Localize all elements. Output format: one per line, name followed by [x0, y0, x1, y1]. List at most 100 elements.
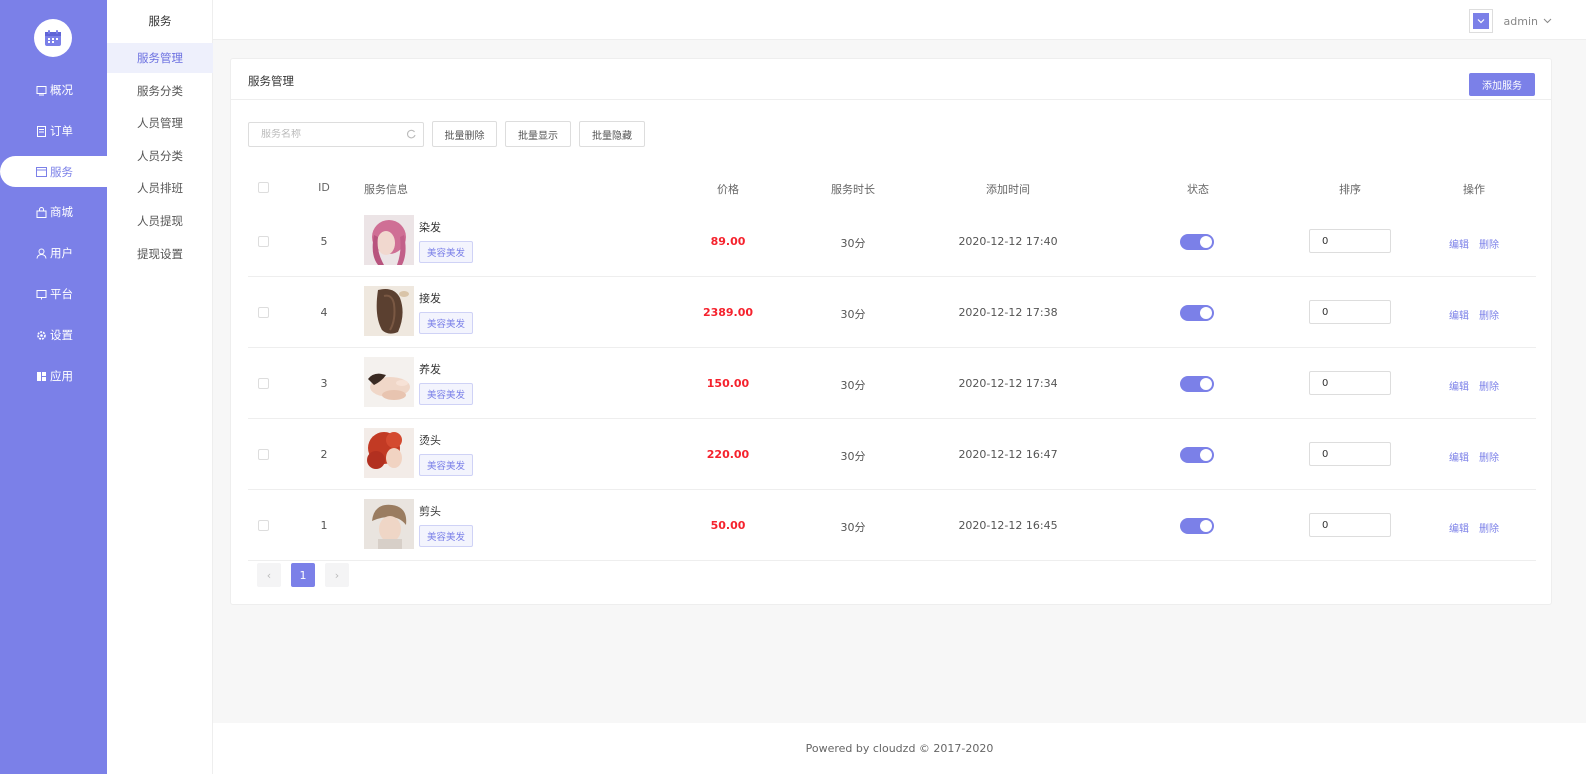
category-tag: 美容美发 [419, 241, 474, 263]
row-added-time: 2020-12-12 17:38 [958, 306, 1058, 319]
sort-input[interactable] [1309, 300, 1391, 324]
subnav-item-staff-schedule[interactable]: 人员排班 [107, 173, 213, 203]
edit-link[interactable]: 编辑 [1449, 307, 1469, 322]
edit-link[interactable]: 编辑 [1449, 520, 1469, 535]
delete-link[interactable]: 删除 [1479, 236, 1499, 251]
row-id: 4 [320, 306, 328, 319]
row-price: 2389.00 [702, 306, 754, 319]
search-icon[interactable] [406, 129, 417, 140]
category-tag: 美容美发 [419, 383, 474, 405]
status-toggle[interactable] [1180, 305, 1214, 321]
subnav-title: 服务 [148, 14, 172, 28]
delete-link[interactable]: 删除 [1479, 307, 1499, 322]
service-card: 服务管理 添加服务 批量删除 批量显示 批量隐藏 ID 服务信息 价格 服务时长… [230, 58, 1552, 605]
delete-link[interactable]: 删除 [1479, 378, 1499, 393]
row-id: 5 [320, 235, 328, 248]
status-toggle[interactable] [1180, 447, 1214, 463]
prev-page-button[interactable]: ‹ [257, 563, 281, 587]
row-duration: 30分 [840, 521, 866, 534]
nav-item-platform[interactable]: 平台 [0, 279, 107, 309]
logo[interactable] [34, 19, 72, 57]
col-sort: 排序 [1339, 183, 1361, 196]
overview-icon [36, 85, 47, 96]
row-duration: 30分 [840, 379, 866, 392]
top-header: admin [213, 0, 1586, 40]
add-service-button[interactable]: 添加服务 [1469, 73, 1535, 96]
user-name[interactable]: admin [1504, 15, 1538, 28]
edit-link[interactable]: 编辑 [1449, 449, 1469, 464]
table-row: 2 烫头 美容美发 220.00 30分 2020-12-12 16:47 编辑… [248, 419, 1536, 490]
row-id: 1 [320, 519, 328, 532]
nav-item-orders[interactable]: 订单 [0, 116, 107, 146]
edit-link[interactable]: 编辑 [1449, 378, 1469, 393]
table-row: 1 剪头 美容美发 50.00 30分 2020-12-12 16:45 编辑 … [248, 490, 1536, 561]
next-page-button[interactable]: › [325, 563, 349, 587]
service-thumbnail [364, 215, 414, 265]
page-button-1[interactable]: 1 [291, 563, 315, 587]
col-price: 价格 [717, 183, 739, 196]
subnav-item-staff-category[interactable]: 人员分类 [107, 141, 213, 171]
service-thumbnail [364, 428, 414, 478]
order-icon [36, 125, 47, 137]
nav-item-shop[interactable]: 商城 [0, 197, 107, 227]
shop-icon [36, 206, 47, 218]
col-id: ID [318, 181, 330, 194]
search-box[interactable] [248, 122, 424, 147]
row-checkbox[interactable] [258, 236, 269, 247]
batch-delete-button[interactable]: 批量删除 [432, 121, 497, 147]
col-ops: 操作 [1463, 183, 1485, 196]
subnav-item-service-category[interactable]: 服务分类 [107, 76, 213, 106]
row-checkbox[interactable] [258, 378, 269, 389]
subnav-item-service-manage[interactable]: 服务管理 [107, 43, 213, 73]
user-menu[interactable]: admin [1468, 9, 1552, 33]
row-checkbox[interactable] [258, 307, 269, 318]
delete-link[interactable]: 删除 [1479, 449, 1499, 464]
sort-input[interactable] [1309, 371, 1391, 395]
status-toggle[interactable] [1180, 518, 1214, 534]
row-checkbox[interactable] [258, 449, 269, 460]
col-added: 添加时间 [986, 183, 1030, 196]
row-id: 2 [320, 448, 328, 461]
status-toggle[interactable] [1180, 234, 1214, 250]
batch-hide-button[interactable]: 批量隐藏 [579, 121, 645, 147]
nav-item-settings[interactable]: 设置 [0, 320, 107, 350]
row-added-time: 2020-12-12 17:34 [958, 377, 1058, 390]
pagination: ‹ 1 › [257, 563, 359, 587]
row-price: 220.00 [706, 448, 750, 461]
sort-input[interactable] [1309, 442, 1391, 466]
row-price: 50.00 [710, 519, 746, 532]
avatar[interactable] [1468, 9, 1493, 33]
primary-sidebar: 概况 订单 服务 商城 用户 平台 设置 应用 [0, 0, 107, 774]
subnav-item-staff-manage[interactable]: 人员管理 [107, 108, 213, 138]
table-row: 4 接发 美容美发 2389.00 30分 2020-12-12 17:38 编… [248, 277, 1536, 348]
footer-text: Powered by cloudzd © 2017-2020 [805, 742, 994, 755]
calendar-icon [45, 30, 61, 46]
sort-input[interactable] [1309, 229, 1391, 253]
nav-item-users[interactable]: 用户 [0, 238, 107, 268]
service-name: 养发 [419, 363, 441, 376]
select-all-checkbox[interactable] [258, 182, 269, 193]
row-checkbox[interactable] [258, 520, 269, 531]
subnav-item-withdraw-settings[interactable]: 提现设置 [107, 239, 213, 269]
sort-input[interactable] [1309, 513, 1391, 537]
nav-item-services[interactable]: 服务 [0, 156, 107, 187]
service-name: 染发 [419, 221, 441, 234]
service-thumbnail [364, 499, 414, 549]
search-input[interactable] [261, 129, 406, 140]
subnav-item-staff-withdraw[interactable]: 人员提现 [107, 206, 213, 236]
secondary-sidebar: 服务 服务管理 服务分类 人员管理 人员分类 人员排班 人员提现 提现设置 [107, 0, 213, 774]
edit-link[interactable]: 编辑 [1449, 236, 1469, 251]
category-tag: 美容美发 [419, 525, 474, 547]
gear-icon [36, 330, 47, 341]
chevron-down-icon[interactable] [1543, 18, 1552, 24]
row-added-time: 2020-12-12 16:45 [958, 519, 1058, 532]
status-toggle[interactable] [1180, 376, 1214, 392]
col-duration: 服务时长 [831, 183, 875, 196]
delete-link[interactable]: 删除 [1479, 520, 1499, 535]
calendar-icon [36, 166, 47, 177]
category-tag: 美容美发 [419, 312, 474, 334]
nav-item-apps[interactable]: 应用 [0, 361, 107, 391]
service-name: 接发 [419, 292, 441, 305]
batch-show-button[interactable]: 批量显示 [505, 121, 571, 147]
nav-item-overview[interactable]: 概况 [0, 75, 107, 105]
